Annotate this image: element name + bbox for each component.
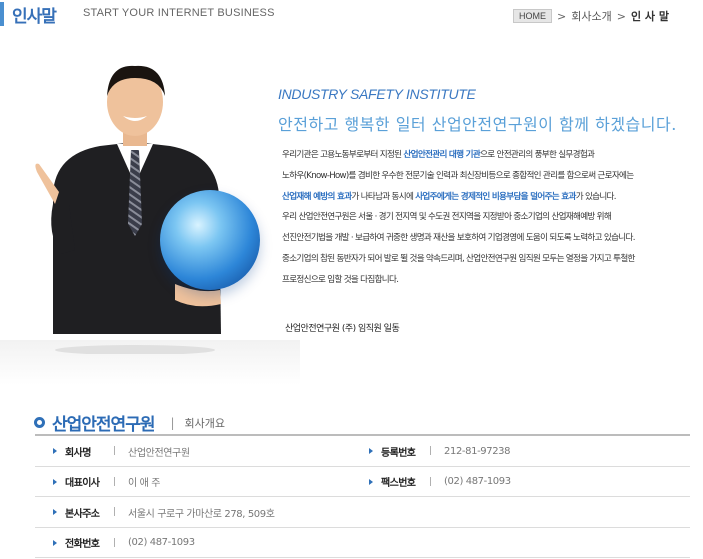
- message-line: 우리기관은 고용노동부로부터 지정된 산업안전관리 대행 기관으로 안전관리의 …: [282, 145, 687, 166]
- info-value: 이 애 주: [128, 478, 161, 489]
- info-cell: 등록번호 | 212-81-97238: [369, 436, 510, 466]
- message-text: 가 있습니다.: [575, 191, 617, 202]
- message-text: 으로 안전관리의 풍부한 실무경험과: [480, 150, 595, 160]
- message-line: 프로정신으로 임할 것을 다짐합니다.: [282, 274, 399, 285]
- breadcrumb-home-link[interactable]: HOME: [513, 9, 553, 23]
- info-value: (02) 487-1093: [128, 537, 195, 548]
- greeting-message: 우리기관은 고용노동부로부터 지정된 산업안전관리 대행 기관으로 안전관리의 …: [282, 145, 687, 291]
- info-cell: 팩스번호 | (02) 487-1093: [369, 467, 511, 497]
- page-header: 인사말 START YOUR INTERNET BUSINESS HOME > …: [0, 0, 703, 34]
- header-accent-bar: [0, 2, 4, 26]
- info-cell: 회사명 | 산업안전연구원: [53, 436, 190, 466]
- info-label: 팩스번호: [381, 478, 416, 489]
- divider: |: [113, 476, 117, 487]
- table-row: 회사명 | 산업안전연구원 등록번호 | 212-81-97238: [35, 436, 690, 467]
- message-line: 선진안전기법을 개발 · 보급하여 귀중한 생명과 재산을 보호하여 기업경영에…: [282, 233, 635, 244]
- info-value: (02) 487-1093: [444, 476, 511, 487]
- company-section-subtitle: 회사개요: [184, 416, 226, 430]
- breadcrumb: HOME > 회사소개 > 인 사 말: [513, 8, 669, 24]
- chevron-right-icon: >: [557, 9, 567, 23]
- greeting-signature: 산업안전연구원 (주) 임직원 일동: [285, 324, 400, 334]
- table-row: 본사주소 | 서울시 구로구 가마산로 278, 509호: [35, 497, 690, 528]
- triangle-arrow-icon: [369, 478, 373, 485]
- message-text: 가 나타남과 동시에: [351, 191, 416, 202]
- divider: |: [113, 507, 117, 517]
- greeting-hero: INDUSTRY SAFETY INSTITUTE 안전하고 행복한 일터 산업…: [0, 40, 703, 385]
- triangle-arrow-icon: [53, 448, 57, 454]
- greeting-headline: 안전하고 행복한 일터 산업안전연구원이 함께 하겠습니다.: [278, 115, 677, 134]
- message-highlight: 사업주에게는 경제적인 비용부담을 덜어주는 효과: [415, 191, 576, 202]
- divider: |: [113, 537, 117, 548]
- message-line: 산업재해 예방의 효과가 나타남과 동시에 사업주에게는 경제적인 비용부담을 …: [282, 187, 687, 208]
- triangle-arrow-icon: [53, 478, 57, 485]
- company-section-header: 산업안전연구원 | 회사개요: [34, 410, 225, 435]
- triangle-arrow-icon: [53, 509, 57, 515]
- breadcrumb-parent-link[interactable]: 회사소개: [571, 8, 611, 24]
- breadcrumb-current: 인 사 말: [630, 10, 669, 23]
- info-value: 212-81-97238: [444, 445, 511, 457]
- message-line: 노하우(Know-How)를 겸비한 우수한 전문기술 인력과 최신장비등으로 …: [282, 170, 634, 181]
- divider: |: [429, 476, 433, 487]
- message-highlight: 산업재해 예방의 효과: [282, 191, 352, 202]
- info-value: 산업안전연구원: [128, 447, 190, 459]
- chevron-right-icon: >: [616, 9, 626, 23]
- institute-name-en: INDUSTRY SAFETY INSTITUTE: [278, 86, 476, 102]
- info-value: 서울시 구로구 가마산로 278, 509호: [128, 508, 275, 520]
- message-line: 우리 산업안전연구원은 서울 · 경기 전지역 및 수도권 전지역을 지정받아 …: [282, 212, 612, 223]
- message-text: 우리기관은 고용노동부로부터 지정된: [282, 150, 404, 160]
- info-cell: 전화번호 | (02) 487-1093: [53, 528, 195, 558]
- info-cell: 본사주소 | 서울시 구로구 가마산로 278, 509호: [53, 497, 275, 527]
- ring-bullet-icon: [34, 417, 45, 428]
- triangle-arrow-icon: [53, 539, 57, 546]
- info-label: 회사명: [65, 447, 91, 459]
- message-highlight: 산업안전관리 대행 기관: [403, 150, 481, 160]
- divider: |: [429, 446, 433, 456]
- info-label: 대표이사: [65, 478, 100, 489]
- info-cell: 대표이사 | 이 애 주: [53, 467, 160, 497]
- divider: |: [170, 415, 175, 430]
- company-info-table: 회사명 | 산업안전연구원 등록번호 | 212-81-97238 대표이사 |…: [35, 434, 690, 558]
- divider: |: [113, 446, 117, 456]
- page-title: 인사말: [12, 7, 57, 27]
- message-line: 중소기업의 참된 동반자가 되어 발로 뛸 것을 약속드리며, 산업안전연구원 …: [282, 253, 635, 264]
- table-row: 전화번호 | (02) 487-1093: [35, 528, 690, 558]
- table-row: 대표이사 | 이 애 주 팩스번호 | (02) 487-1093: [35, 467, 690, 497]
- triangle-arrow-icon: [369, 448, 373, 454]
- company-name-title: 산업안전연구원: [52, 415, 155, 435]
- info-label: 본사주소: [65, 508, 100, 520]
- info-label: 전화번호: [65, 539, 100, 550]
- info-label: 등록번호: [381, 447, 416, 459]
- page-subtitle: START YOUR INTERNET BUSINESS: [83, 7, 275, 19]
- globe-image: [160, 190, 260, 290]
